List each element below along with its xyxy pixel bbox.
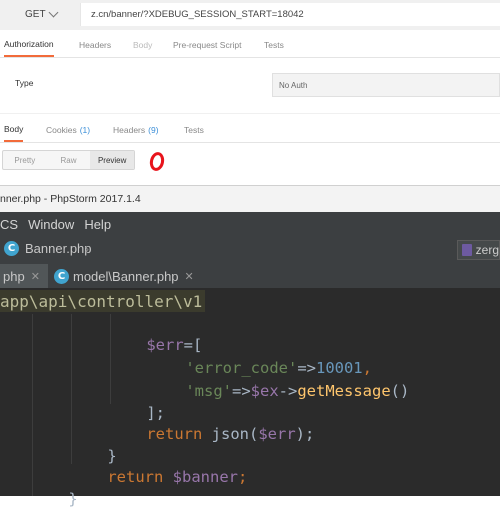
run-config-label: zerg bbox=[475, 243, 499, 257]
editor-tabs: php ✕ C model\Banner.php ✕ bbox=[0, 264, 500, 288]
tab-label: Pre-request Script bbox=[173, 39, 242, 50]
navigation-bar: C Banner.php › zerg bbox=[0, 236, 500, 265]
menu-item-vcs[interactable]: CS bbox=[0, 217, 18, 232]
code-token: () bbox=[390, 382, 410, 400]
menu-item-window[interactable]: Window bbox=[28, 217, 74, 232]
code-token: ; bbox=[237, 468, 248, 486]
tab-label: Tests bbox=[184, 124, 204, 135]
tab-body[interactable]: Body bbox=[133, 32, 152, 57]
code-token: 'msg' bbox=[185, 382, 232, 400]
tab-label: Tests bbox=[264, 39, 284, 50]
pretty-button[interactable]: Pretty bbox=[3, 151, 47, 169]
tab-headers[interactable]: Headers bbox=[79, 32, 111, 57]
code-token: $ex bbox=[250, 382, 279, 400]
tab-label: model\Banner.php bbox=[73, 268, 179, 284]
tab-response-body[interactable]: Body bbox=[4, 117, 24, 142]
tab-label: Headers bbox=[113, 124, 146, 135]
auth-type-select[interactable]: No Auth bbox=[272, 73, 500, 97]
window-title: nner.php - PhpStorm 2017.1.4 bbox=[0, 185, 500, 212]
tab-label: Headers bbox=[79, 39, 112, 50]
view-mode-group: Pretty Raw Preview bbox=[2, 150, 135, 170]
request-tabs: Authorization Headers Body Pre-request S… bbox=[0, 32, 500, 58]
menu-item-help[interactable]: Help bbox=[84, 217, 111, 232]
preview-button[interactable]: Preview bbox=[90, 151, 135, 169]
code-token: getMessage bbox=[297, 382, 391, 400]
tab-cookies[interactable]: Cookies (1) bbox=[46, 117, 90, 142]
code-token: => bbox=[232, 382, 251, 400]
tab-response-headers[interactable]: Headers (9) bbox=[113, 117, 159, 142]
editor-tab-active[interactable]: php ✕ bbox=[0, 264, 48, 288]
tab-tests[interactable]: Tests bbox=[264, 32, 284, 57]
code-editor[interactable]: $err=[ 'error_code'=>10001, 'msg'=>$ex->… bbox=[0, 314, 500, 508]
divider bbox=[0, 113, 500, 114]
request-bar: GET z.cn/banner/?XDEBUG_SESSION_START=18… bbox=[0, 0, 500, 30]
response-tabs: Body Cookies (1) Headers (9) Tests bbox=[0, 117, 500, 143]
nav-file-item[interactable]: C Banner.php bbox=[4, 241, 92, 256]
postman-panel: GET z.cn/banner/?XDEBUG_SESSION_START=18… bbox=[0, 0, 500, 185]
url-input[interactable]: z.cn/banner/?XDEBUG_SESSION_START=18042 bbox=[80, 3, 500, 26]
hand-drawn-zero-annotation bbox=[149, 152, 165, 171]
tab-authorization[interactable]: Authorization bbox=[4, 32, 54, 57]
method-select[interactable]: GET bbox=[0, 3, 77, 26]
tab-label: Authorization bbox=[4, 38, 54, 49]
code-token: json( bbox=[202, 425, 259, 443]
tab-response-tests[interactable]: Tests bbox=[184, 117, 204, 142]
method-label: GET bbox=[25, 9, 46, 20]
count-badge: (9) bbox=[148, 124, 159, 135]
namespace-highlight: app\api\controller\v1 bbox=[0, 290, 206, 312]
tab-pre-request-script[interactable]: Pre-request Script bbox=[173, 32, 242, 57]
count-badge: (1) bbox=[79, 124, 91, 135]
menu-bar: CS Window Help bbox=[0, 212, 500, 236]
raw-button[interactable]: Raw bbox=[47, 151, 91, 169]
php-class-icon: C bbox=[4, 241, 19, 256]
chevron-right-icon: › bbox=[85, 242, 89, 256]
code-token: $err bbox=[258, 425, 296, 443]
close-icon[interactable]: ✕ bbox=[31, 270, 40, 283]
code-line: } bbox=[31, 472, 78, 526]
code-token: ); bbox=[295, 425, 315, 443]
nav-file-label: Banner.php bbox=[25, 241, 92, 256]
close-icon[interactable]: ✕ bbox=[185, 270, 194, 283]
namespace-breadcrumb: app\api\controller\v1 bbox=[0, 288, 500, 314]
chevron-down-icon bbox=[48, 7, 59, 18]
code-token: $banner bbox=[163, 468, 238, 486]
indent-guide bbox=[32, 314, 33, 496]
php-file-icon bbox=[462, 244, 472, 256]
tab-label: Body bbox=[133, 39, 153, 50]
editor-tab-model-banner[interactable]: C model\Banner.php ✕ bbox=[54, 264, 194, 288]
tab-label: php bbox=[3, 268, 25, 284]
code-token: return bbox=[146, 425, 203, 443]
php-class-icon: C bbox=[54, 268, 69, 284]
type-label: Type bbox=[15, 78, 34, 88]
code-token: } bbox=[68, 490, 78, 508]
tab-label: Cookies bbox=[46, 124, 77, 135]
tab-label: Body bbox=[4, 123, 24, 134]
run-config-select[interactable]: zerg bbox=[457, 240, 500, 260]
code-token: -> bbox=[278, 382, 298, 400]
code-token: return bbox=[107, 468, 164, 486]
